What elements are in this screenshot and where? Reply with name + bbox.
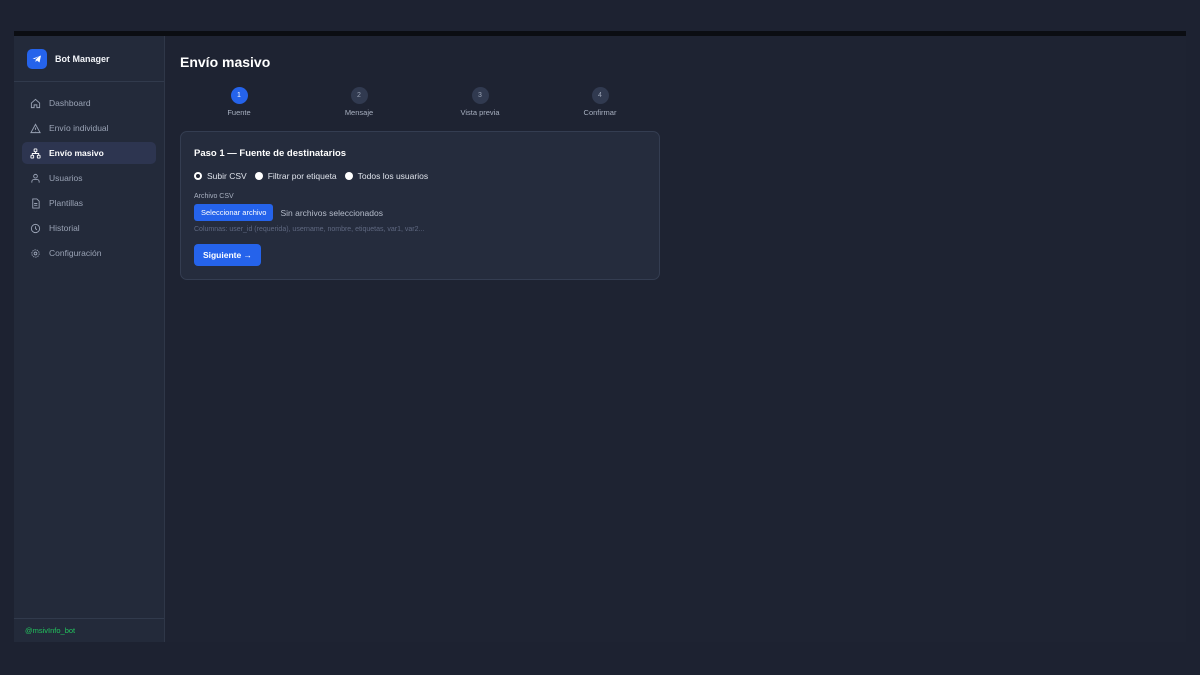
app-name: Bot Manager — [55, 53, 110, 64]
sidebar-item-historial[interactable]: Historial — [22, 217, 156, 239]
send-icon — [30, 122, 41, 134]
option-todos-usuarios[interactable]: Todos los usuarios — [344, 171, 429, 181]
file-field-label: Archivo CSV — [194, 193, 234, 200]
file-status: Sin archivos seleccionados — [280, 207, 383, 218]
sidebar-item-envio-masivo[interactable]: Envío masivo — [22, 142, 156, 164]
columns-hint: Columnas: user_id (requerida), username,… — [194, 226, 425, 233]
card-title: Paso 1 — Fuente de destinatarios — [194, 148, 347, 159]
sidebar-item-label: Usuarios — [49, 173, 83, 183]
select-file-button[interactable]: Seleccionar archivo — [194, 204, 274, 221]
next-button[interactable]: Siguiente → — [194, 244, 261, 266]
sidebar-item-usuarios[interactable]: Usuarios — [22, 167, 156, 189]
step-number: 3 — [471, 87, 489, 104]
step-label: Confirmar — [583, 108, 617, 117]
sidebar-item-label: Envío individual — [49, 123, 109, 133]
step-1: 1 Fuente — [199, 87, 279, 117]
option-filtrar-etiqueta[interactable]: Filtrar por etiqueta — [254, 171, 337, 181]
sidebar: Bot Manager Dashboard Envío individual E… — [14, 36, 165, 642]
step-4: 4 Confirmar — [560, 87, 640, 117]
step-2: 2 Mensaje — [319, 87, 399, 117]
radio-icon[interactable] — [254, 172, 263, 180]
source-card: Paso 1 — Fuente de destinatarios Subir C… — [180, 131, 660, 280]
step-number: 2 — [350, 87, 368, 104]
step-3: 3 Vista previa — [440, 87, 520, 117]
step-label: Vista previa — [460, 108, 500, 117]
sidebar-item-plantillas[interactable]: Plantillas — [22, 192, 156, 214]
source-options: Subir CSV Filtrar por etiqueta Todos los… — [194, 171, 436, 181]
step-label: Mensaje — [344, 108, 374, 117]
sidebar-item-label: Configuración — [49, 248, 102, 258]
option-subir-csv[interactable]: Subir CSV — [194, 171, 247, 181]
app-window: Bot Manager Dashboard Envío individual E… — [14, 36, 1186, 642]
stepper: 1 Fuente 2 Mensaje 3 Vista previa 4 Conf… — [180, 87, 660, 121]
sidebar-item-configuracion[interactable]: Configuración — [22, 242, 156, 264]
file-input: Seleccionar archivo Sin archivos selecci… — [194, 204, 383, 221]
sidebar-item-label: Historial — [49, 223, 80, 233]
home-icon — [30, 98, 41, 109]
radio-icon[interactable] — [344, 172, 353, 180]
users-icon — [30, 173, 41, 184]
step-number: 1 — [230, 87, 248, 104]
telegram-icon — [27, 48, 47, 69]
sidebar-item-label: Plantillas — [49, 198, 84, 208]
sidebar-nav: Dashboard Envío individual Envío masivo … — [14, 82, 164, 264]
sidebar-item-label: Dashboard — [49, 98, 91, 108]
clock-icon — [30, 223, 41, 234]
gear-icon — [30, 248, 41, 259]
sidebar-item-envio-individual[interactable]: Envío individual — [22, 117, 156, 139]
page-title: Envío masivo — [180, 54, 271, 70]
sidebar-item-dashboard[interactable]: Dashboard — [22, 92, 156, 114]
option-label: Todos los usuarios — [357, 171, 429, 181]
option-label: Filtrar por etiqueta — [267, 171, 337, 181]
radio-checked-icon[interactable] — [194, 172, 202, 180]
broadcast-icon — [30, 147, 41, 159]
brand: Bot Manager — [14, 36, 164, 82]
step-label: Fuente — [227, 108, 251, 117]
option-label: Subir CSV — [207, 171, 247, 181]
bot-handle: @msivInfo_bot — [14, 618, 164, 642]
document-icon — [30, 197, 41, 209]
step-number: 4 — [591, 87, 609, 104]
sidebar-item-label: Envío masivo — [49, 148, 104, 158]
